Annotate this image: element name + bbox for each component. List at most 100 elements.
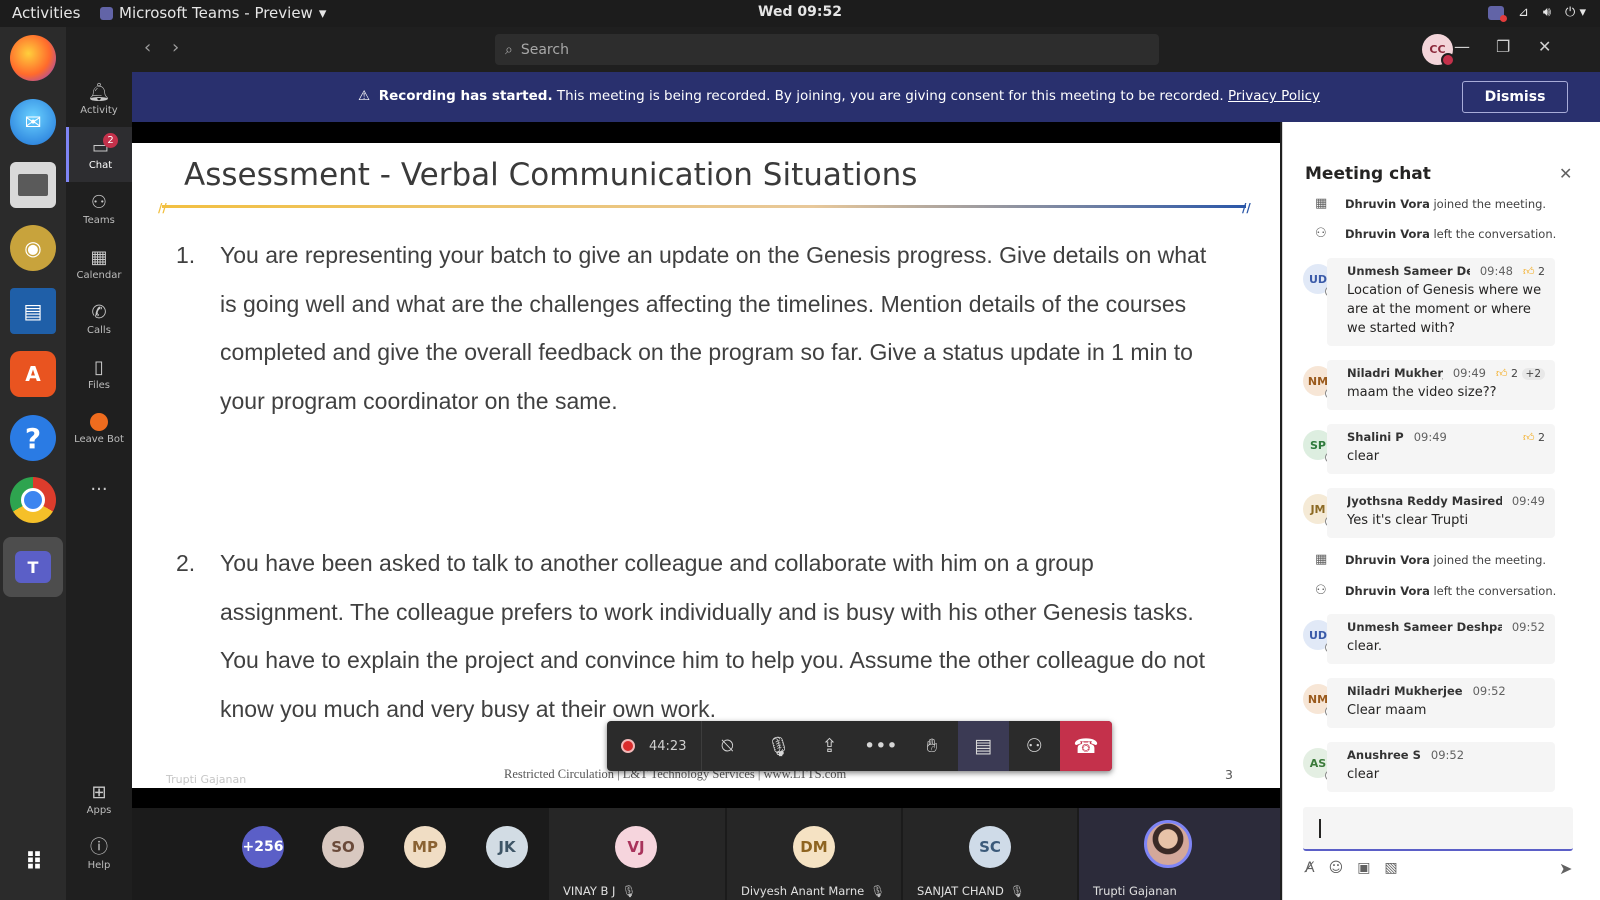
reaction-count: 2 xyxy=(1511,366,1519,380)
rail-more-button[interactable]: ... xyxy=(66,457,132,512)
writer-icon[interactable]: ▤ xyxy=(10,288,56,334)
power-icon[interactable]: ⏻ ▾ xyxy=(1565,5,1586,20)
reactions[interactable]: 👍︎ 2 +2 xyxy=(1496,367,1545,380)
rail-item-activity[interactable]: 🔔︎ Activity xyxy=(66,72,132,127)
question-number: 2. xyxy=(176,550,196,576)
mic-off-icon: 🎙︎ xyxy=(1009,884,1025,898)
calendar-icon: ▦ xyxy=(1315,552,1328,567)
participant-avatar[interactable]: SO xyxy=(322,808,372,900)
participant-tile[interactable]: DM Divyesh Anant Marne 🎙︎ xyxy=(727,808,901,900)
thunderbird-icon[interactable]: ✉ xyxy=(10,99,56,145)
participant-avatar[interactable]: JK xyxy=(486,808,536,900)
slide-page-number: 3 xyxy=(1225,767,1233,782)
teams-tray-icon[interactable] xyxy=(1487,5,1507,22)
system-tray[interactable]: ⊿ 🔊︎ ⏻ ▾ xyxy=(1487,5,1586,22)
rail-label: Calendar xyxy=(76,269,122,281)
teams-icon[interactable]: T xyxy=(3,537,63,597)
files-icon[interactable] xyxy=(10,162,56,208)
rule-right-mark: // xyxy=(1242,201,1251,215)
record-icon xyxy=(621,739,635,753)
forward-icon[interactable]: › xyxy=(172,37,179,58)
app-rail: 🔔︎ Activity ▭ 2 Chat ⚇ Teams ▦ Calendar … xyxy=(66,27,132,900)
rail-label: Help xyxy=(87,859,111,871)
presenter-watermark: Trupti Gajanan xyxy=(166,773,247,786)
rail-item-files[interactable]: ▯ Files xyxy=(66,347,132,402)
message-bubble: Niladri Mukherje... 09:49 👍︎ 2 +2 maam the… xyxy=(1327,360,1555,410)
chrome-icon[interactable] xyxy=(10,477,56,523)
search-icon: ⌕ xyxy=(505,41,513,58)
rail-item-teams[interactable]: ⚇ Teams xyxy=(66,182,132,237)
firefox-icon[interactable] xyxy=(10,35,56,81)
network-icon[interactable]: ⊿ xyxy=(1518,5,1529,20)
rail-item-help[interactable]: ⓘ Help xyxy=(66,827,132,882)
chat-badge: 2 xyxy=(103,133,118,148)
more-actions-button[interactable]: ••• xyxy=(855,721,906,771)
participant-avatar[interactable]: MP xyxy=(404,808,454,900)
system-user: Dhruvin Vora xyxy=(1345,552,1430,567)
system-message: ▦ Dhruvin Vora joined the meeting. xyxy=(1315,552,1546,567)
app-menu[interactable]: Microsoft Teams - Preview ▾ xyxy=(100,4,326,22)
timestamp: 09:48 xyxy=(1479,264,1513,278)
rail-item-calls[interactable]: ✆ Calls xyxy=(66,292,132,347)
rail-item-chat[interactable]: ▭ 2 Chat xyxy=(66,127,132,182)
emoji-icon[interactable]: ☺ xyxy=(1329,860,1344,876)
participant-name: Trupti Gajanan xyxy=(1093,884,1177,898)
rhythmbox-icon[interactable]: ◉ xyxy=(10,225,56,271)
participant-tile[interactable]: SC SANJAT CHAND 🎙︎ xyxy=(903,808,1077,900)
sender-name: Anushree S xyxy=(1347,748,1421,762)
rail-item-calendar[interactable]: ▦ Calendar xyxy=(66,237,132,292)
rail-item-apps[interactable]: ⊞ Apps xyxy=(66,772,132,827)
chat-icon: ▤ xyxy=(974,735,993,757)
close-icon[interactable]: ✕ xyxy=(1538,37,1551,56)
minimize-icon[interactable]: — xyxy=(1454,37,1470,56)
share-button[interactable]: ⇪ xyxy=(804,721,855,771)
chat-toggle-button[interactable]: ▤ xyxy=(957,721,1009,771)
reactions[interactable]: 👍︎ 2 xyxy=(1523,431,1545,444)
volume-icon[interactable]: 🔊︎ xyxy=(1543,5,1551,20)
system-user: Dhruvin Vora xyxy=(1345,583,1430,598)
close-icon[interactable]: ✕ xyxy=(1559,164,1572,183)
search-input[interactable]: ⌕ Search xyxy=(495,34,1159,65)
system-text: joined the meeting. xyxy=(1433,196,1547,211)
format-icon[interactable]: A̸ xyxy=(1305,860,1315,876)
maximize-icon[interactable]: ❐ xyxy=(1496,37,1510,56)
dock: ✉ ◉ ▤ A ? T ⠿ xyxy=(0,27,66,900)
software-icon[interactable]: A xyxy=(10,351,56,397)
back-icon[interactable]: ‹ xyxy=(144,37,151,58)
raise-hand-button[interactable]: ✋︎ xyxy=(906,721,957,771)
more-reactions[interactable]: +2 xyxy=(1521,367,1545,380)
hang-up-button[interactable]: ☎ xyxy=(1059,721,1113,771)
timestamp: 09:52 xyxy=(1430,748,1465,762)
participant-tile-presenter[interactable]: Trupti Gajanan xyxy=(1079,808,1280,900)
participants-button[interactable]: ⚇ xyxy=(1009,721,1060,771)
timestamp: 09:49 xyxy=(1452,366,1487,380)
calendar-icon: ▦ xyxy=(90,246,108,268)
gif-icon[interactable]: ▣ xyxy=(1357,860,1370,876)
show-apps-icon[interactable]: ⠿ xyxy=(10,839,56,885)
rail-label: Leave Bot xyxy=(74,433,124,445)
teams-group-icon: ⚇ xyxy=(90,191,108,213)
app-title: Microsoft Teams - Preview xyxy=(119,4,313,22)
reactions[interactable]: 👍︎ 2 xyxy=(1523,265,1545,278)
dismiss-button[interactable]: Dismiss xyxy=(1462,81,1568,113)
privacy-policy-link[interactable]: Privacy Policy xyxy=(1228,88,1320,104)
camera-off-button[interactable]: ⍉ xyxy=(702,721,753,771)
rail-item-leave-bot[interactable]: Leave Bot xyxy=(66,401,132,456)
timestamp: 09:52 xyxy=(1472,684,1506,698)
participant-tile[interactable]: VJ VINAY B J 🎙︎ xyxy=(549,808,725,900)
rail-label: Apps xyxy=(86,804,112,816)
activities-button[interactable]: Activities xyxy=(12,4,80,22)
message-compose-box[interactable] xyxy=(1303,807,1573,851)
slide-title: Assessment - Verbal Communication Situat… xyxy=(184,157,918,193)
rail-label: Calls xyxy=(87,324,111,336)
rule-left-mark: // xyxy=(158,201,167,215)
send-icon[interactable]: ➤ xyxy=(1559,859,1572,878)
clock[interactable]: Wed 09:52 xyxy=(758,4,842,20)
participant-overflow[interactable]: +256 xyxy=(242,808,292,900)
profile-avatar[interactable]: CC xyxy=(1422,34,1455,67)
share-tray-icon: ⇪ xyxy=(821,735,838,757)
more-icon: ... xyxy=(90,473,108,495)
mute-button[interactable]: 🎙︎ xyxy=(753,721,804,771)
sticker-icon[interactable]: ▧ xyxy=(1384,860,1397,876)
help-icon[interactable]: ? xyxy=(10,415,56,461)
